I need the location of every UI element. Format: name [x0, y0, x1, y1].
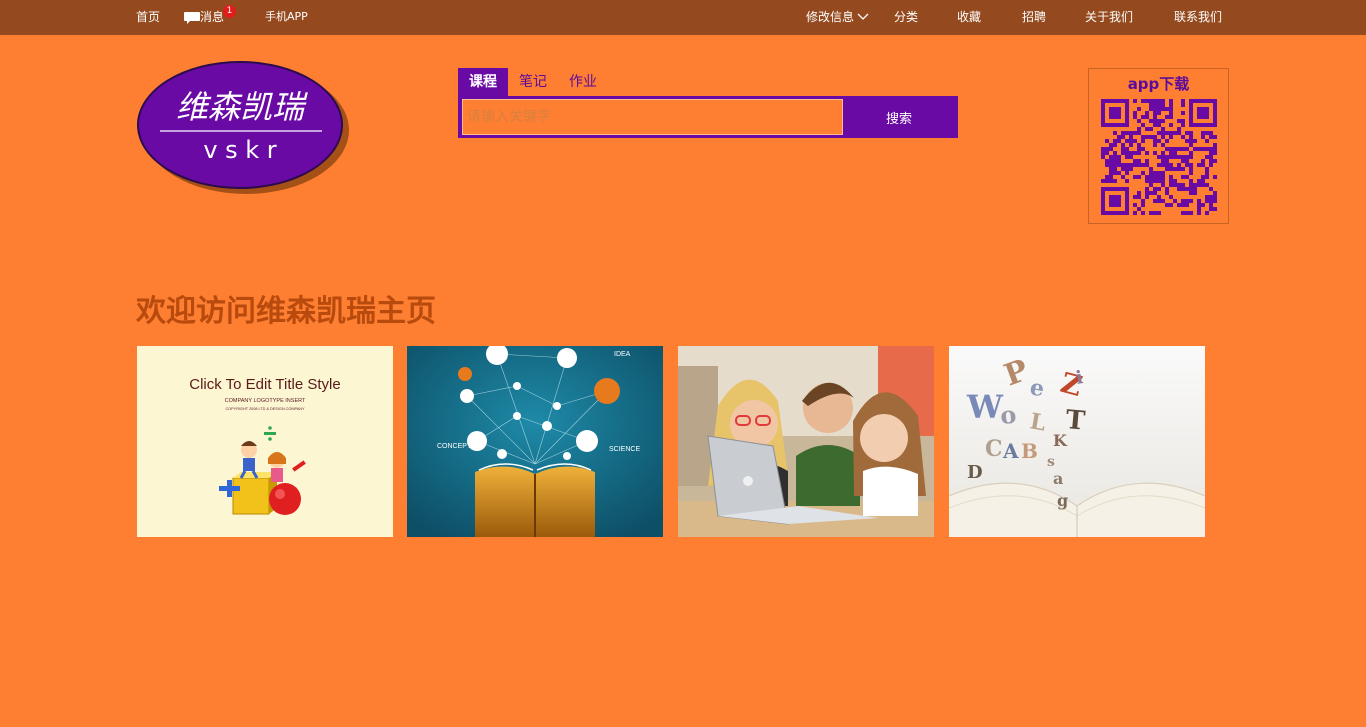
kids-laptop-photo: [678, 346, 934, 537]
tile1-subline-2: COPYRIGHT 2008 LTD & DESIGN COMPANY: [225, 407, 305, 411]
nav-about-link[interactable]: 关于我们: [1085, 9, 1133, 25]
nav-home-link[interactable]: 首页: [136, 9, 160, 25]
tile1-headline: Click To Edit Title Style: [189, 376, 340, 393]
page-title: 欢迎访问维森凯瑞主页: [136, 294, 436, 329]
message-bubble-icon[interactable]: [184, 12, 200, 24]
logo-english-text: v s k r: [203, 136, 276, 164]
floating-letter-5: W: [966, 388, 1004, 426]
app-download-panel: app下载: [1088, 68, 1229, 224]
tile2-idea-label: IDEA: [614, 351, 631, 358]
tile1-subline-1: COMPANY LOGOTYPE INSERT: [225, 398, 306, 404]
cartoon-kids-image: Click To Edit Title Style COMPANY LOGOTY…: [137, 346, 393, 537]
floating-letter-6: o: [999, 400, 1017, 430]
floating-letter-8: T: [1064, 405, 1087, 437]
floating-letter-12: K: [1053, 431, 1068, 450]
nav-category-link[interactable]: 分类: [894, 9, 918, 25]
message-count-badge: 1: [223, 5, 236, 18]
nav-jobs-link[interactable]: 招聘: [1022, 9, 1046, 25]
search-input[interactable]: [462, 99, 843, 135]
floating-letter-16: g: [1057, 491, 1068, 510]
nav-mobile-app-link[interactable]: 手机APP: [265, 9, 308, 25]
floating-letter-15: a: [1053, 469, 1063, 488]
tile2-science-label: SCIENCE: [609, 446, 640, 453]
nav-messages-link[interactable]: 消息: [200, 9, 224, 25]
course-tile-2[interactable]: IDEA CONCEPT SCIENCE: [407, 346, 663, 537]
floating-letter-9: C: [985, 436, 1003, 462]
chevron-down-icon[interactable]: [857, 13, 869, 21]
tab-courses[interactable]: 课程: [458, 68, 508, 96]
course-tile-4[interactable]: PeZiWoLTCABKDsag: [949, 346, 1205, 537]
logo-chinese-text: 维森凯瑞: [176, 88, 308, 126]
science-book-image: IDEA CONCEPT SCIENCE: [407, 346, 663, 537]
course-tile-1[interactable]: Click To Edit Title Style COMPANY LOGOTY…: [137, 346, 393, 537]
nav-edit-info-link[interactable]: 修改信息: [806, 9, 854, 25]
nav-contact-link[interactable]: 联系我们: [1174, 9, 1222, 25]
floating-letter-14: s: [1047, 454, 1055, 470]
site-logo[interactable]: 维森凯瑞 v s k r: [136, 58, 350, 198]
tab-notes[interactable]: 笔记: [510, 68, 556, 96]
floating-letter-10: A: [1002, 439, 1019, 463]
app-download-title: app下载: [1127, 75, 1190, 93]
letters-book-image: Pe ZiWo L TC A B KD sag: [949, 346, 1205, 537]
search-button[interactable]: 搜索: [843, 99, 955, 135]
floating-letter-13: D: [967, 462, 983, 483]
qr-code-icon[interactable]: [1101, 99, 1217, 215]
floating-letter-11: B: [1021, 439, 1038, 463]
course-tile-3[interactable]: [678, 346, 934, 537]
tile2-concept-label: CONCEPT: [437, 443, 472, 450]
tab-homework[interactable]: 作业: [560, 68, 606, 96]
nav-favorites-link[interactable]: 收藏: [957, 9, 981, 25]
top-navigation-bar: 首页 消息 1 手机APP 修改信息 分类 收藏 招聘 关于我们 联系我们: [0, 0, 1366, 35]
